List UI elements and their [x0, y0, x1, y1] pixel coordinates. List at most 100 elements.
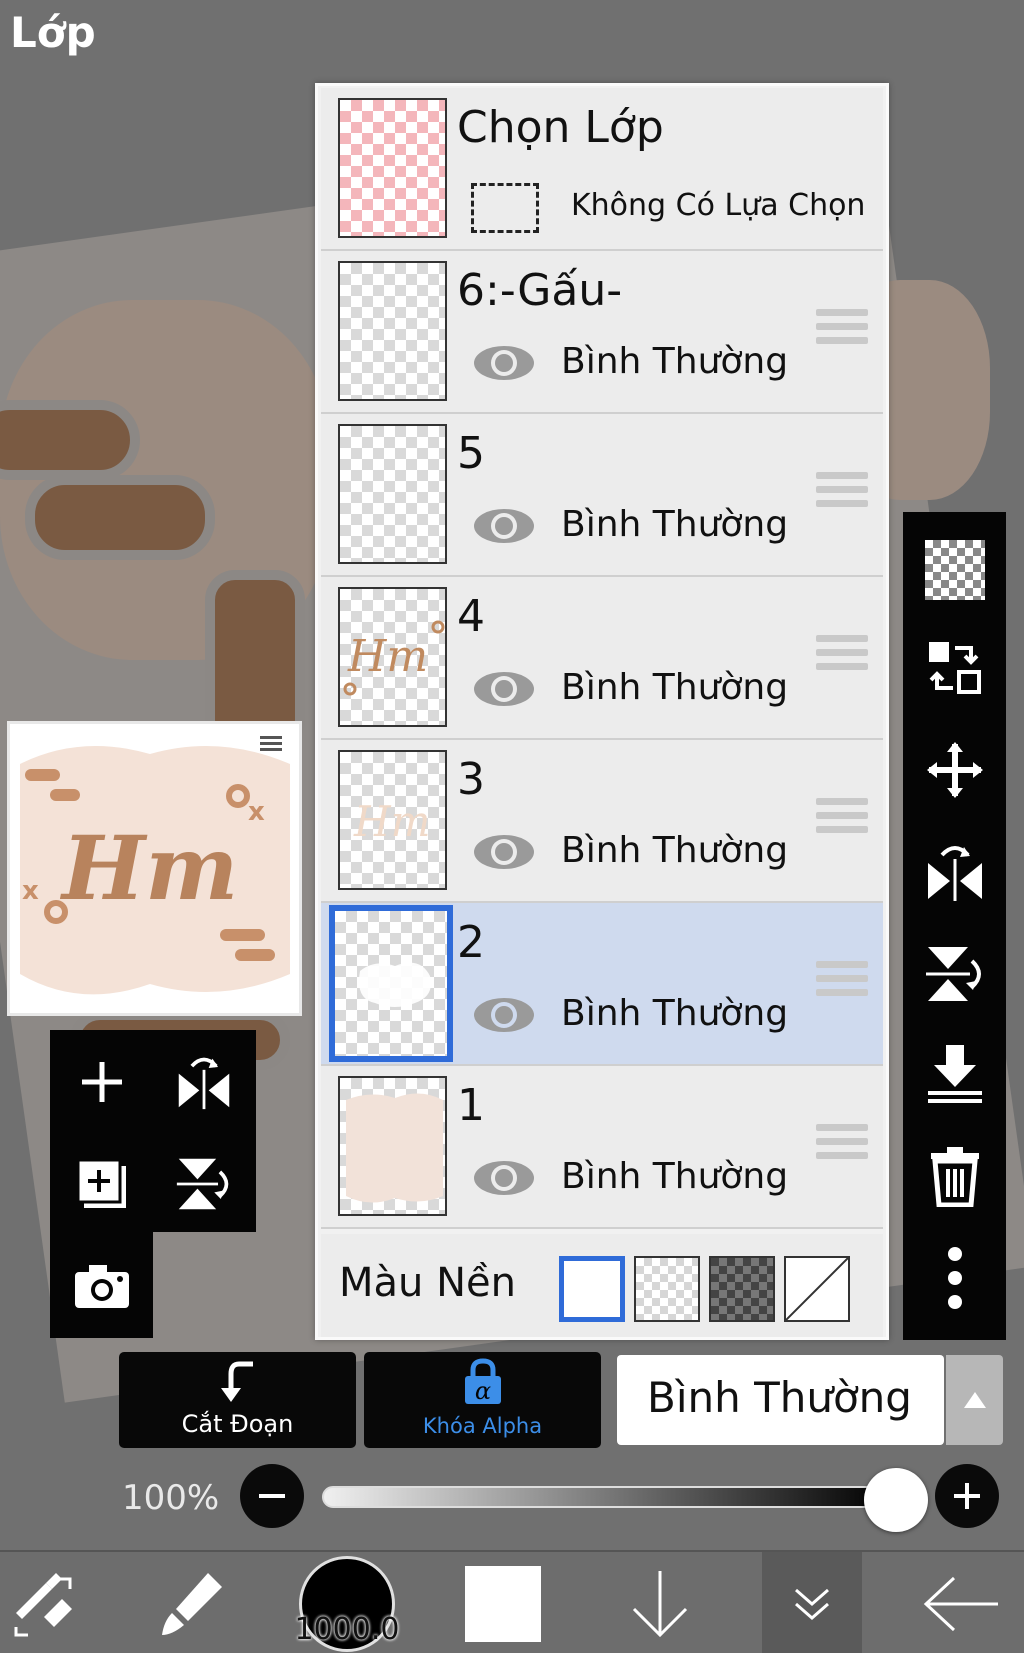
layer-artwork [346, 1093, 443, 1203]
layer-panel: Chọn Lớp Không Có Lựa Chọn 6:-Gấu- Bình … [315, 83, 889, 1340]
layer-artwork: Hm [353, 797, 430, 846]
arrow-down-icon[interactable] [615, 1552, 705, 1653]
drag-handle-icon[interactable] [816, 961, 868, 1003]
svg-text:Hm: Hm [347, 631, 428, 682]
flip-vertical-icon[interactable] [919, 938, 991, 1010]
svg-text:x: x [22, 876, 39, 906]
trash-icon[interactable] [919, 1140, 991, 1212]
selection-layer-row[interactable]: Chọn Lớp Không Có Lựa Chọn [321, 88, 883, 251]
layer-artwork: Hm [343, 620, 445, 696]
layer-row-selected[interactable]: 2 Bình Thường [321, 903, 883, 1066]
eye-icon[interactable] [471, 506, 537, 546]
preview-artwork: Hm x x [20, 736, 290, 995]
layer-blend-mode: Bình Thường [561, 341, 789, 382]
background-color-label: Màu Nền [339, 1260, 516, 1306]
minus-icon [259, 1494, 285, 1498]
layer-swap-icon[interactable] [919, 632, 991, 704]
bg-transparent-swatch[interactable] [634, 1256, 700, 1322]
clip-arrow-icon [221, 1361, 253, 1402]
clipping-button[interactable]: Cắt Đoạn [119, 1352, 356, 1448]
layer-thumbnail: Hm [338, 587, 447, 727]
canvas-shape [25, 475, 215, 560]
svg-text:α: α [475, 1377, 491, 1405]
bg-none-swatch[interactable] [784, 1256, 850, 1322]
flip-vertical-icon[interactable] [164, 1144, 244, 1224]
back-arrow-icon[interactable] [912, 1552, 1012, 1653]
layer-row[interactable]: 6:-Gấu- Bình Thường [321, 251, 883, 414]
move-icon[interactable] [919, 734, 991, 806]
opacity-row: 100% [0, 1458, 1024, 1538]
layer-name: 6:-Gấu- [457, 265, 623, 316]
canvas-preview[interactable]: Hm x x [7, 721, 302, 1016]
alpha-lock-label: Khóa Alpha [422, 1414, 543, 1438]
layer-thumbnail [329, 905, 453, 1062]
selection-layer-label: Chọn Lớp [457, 102, 664, 153]
layer-thumbnail [338, 424, 447, 564]
layer-blend-mode: Bình Thường [561, 1156, 789, 1197]
add-layer-icon[interactable] [62, 1042, 142, 1122]
eye-icon[interactable] [471, 995, 537, 1035]
layer-artwork [359, 962, 431, 1007]
blend-mode-value: Bình Thường [647, 1373, 912, 1422]
layer-thumbnail [338, 1076, 447, 1216]
layer-row[interactable]: Hm 4 Bình Thường [321, 577, 883, 740]
layer-blend-mode: Bình Thường [561, 830, 789, 871]
background-color-row: Màu Nền [321, 1234, 883, 1337]
chevron-double-down-icon[interactable] [762, 1552, 862, 1653]
blend-mode-dropdown-button[interactable] [946, 1355, 1003, 1445]
right-toolbar [903, 512, 1006, 1340]
camera-icon[interactable] [62, 1246, 142, 1326]
layer-row[interactable]: 5 Bình Thường [321, 414, 883, 577]
eye-icon[interactable] [471, 343, 537, 383]
layer-thumbnail: Hm [338, 750, 447, 890]
bottom-nav: 1000.0 [0, 1550, 1024, 1653]
selection-thumbnail [338, 98, 447, 238]
layer-name: 2 [457, 917, 485, 968]
drag-handle-icon[interactable] [816, 472, 868, 514]
bg-white-swatch[interactable] [559, 1256, 625, 1322]
flip-horizontal-icon[interactable] [919, 836, 991, 908]
opacity-increase-button[interactable] [935, 1464, 999, 1528]
clipping-label: Cắt Đoạn [181, 1410, 294, 1438]
duplicate-layer-icon[interactable] [62, 1144, 142, 1224]
layer-thumbnail [338, 261, 447, 401]
swap-tools-icon[interactable] [0, 1552, 90, 1653]
selection-status: Không Có Lựa Chọn [571, 188, 866, 223]
page-title: Lớp [10, 8, 96, 57]
eye-icon[interactable] [471, 1158, 537, 1198]
merge-down-icon[interactable] [919, 1038, 991, 1110]
transparent-layer-icon[interactable] [919, 534, 991, 606]
brush-icon[interactable] [148, 1552, 238, 1653]
layer-name: 5 [457, 428, 485, 479]
bg-dark-swatch[interactable] [709, 1256, 775, 1322]
opacity-decrease-button[interactable] [240, 1464, 304, 1528]
no-background-icon [785, 1257, 849, 1321]
flip-horizontal-icon[interactable] [164, 1042, 244, 1122]
layer-blend-mode: Bình Thường [561, 504, 789, 545]
layer-name: 4 [457, 591, 485, 642]
opacity-slider-thumb[interactable] [864, 1468, 928, 1532]
svg-text:Hm: Hm [353, 797, 430, 846]
eye-icon[interactable] [471, 669, 537, 709]
opacity-slider[interactable] [322, 1486, 892, 1508]
layer-blend-mode: Bình Thường [561, 993, 789, 1034]
opacity-value: 100% [122, 1478, 220, 1518]
drag-handle-icon[interactable] [816, 1124, 868, 1166]
brush-size-icon[interactable]: 1000.0 [292, 1552, 402, 1653]
drag-handle-icon[interactable] [816, 309, 868, 351]
layer-row[interactable]: Hm 3 Bình Thường [321, 740, 883, 903]
drag-handle-icon[interactable] [816, 798, 868, 840]
plus-icon [954, 1483, 980, 1509]
layer-name: 3 [457, 754, 485, 805]
more-vertical-icon[interactable] [919, 1242, 991, 1314]
blend-mode-select[interactable]: Bình Thường [617, 1355, 944, 1445]
layer-row[interactable]: 1 Bình Thường [321, 1066, 883, 1229]
svg-text:Hm: Hm [59, 816, 238, 920]
alpha-lock-button[interactable]: α Khóa Alpha [364, 1352, 601, 1448]
layer-name: 1 [457, 1080, 485, 1131]
canvas-shape [0, 400, 140, 480]
color-swatch-icon[interactable] [460, 1552, 546, 1653]
eye-icon[interactable] [471, 832, 537, 872]
drag-handle-icon[interactable] [816, 635, 868, 677]
triangle-up-icon [963, 1392, 986, 1408]
